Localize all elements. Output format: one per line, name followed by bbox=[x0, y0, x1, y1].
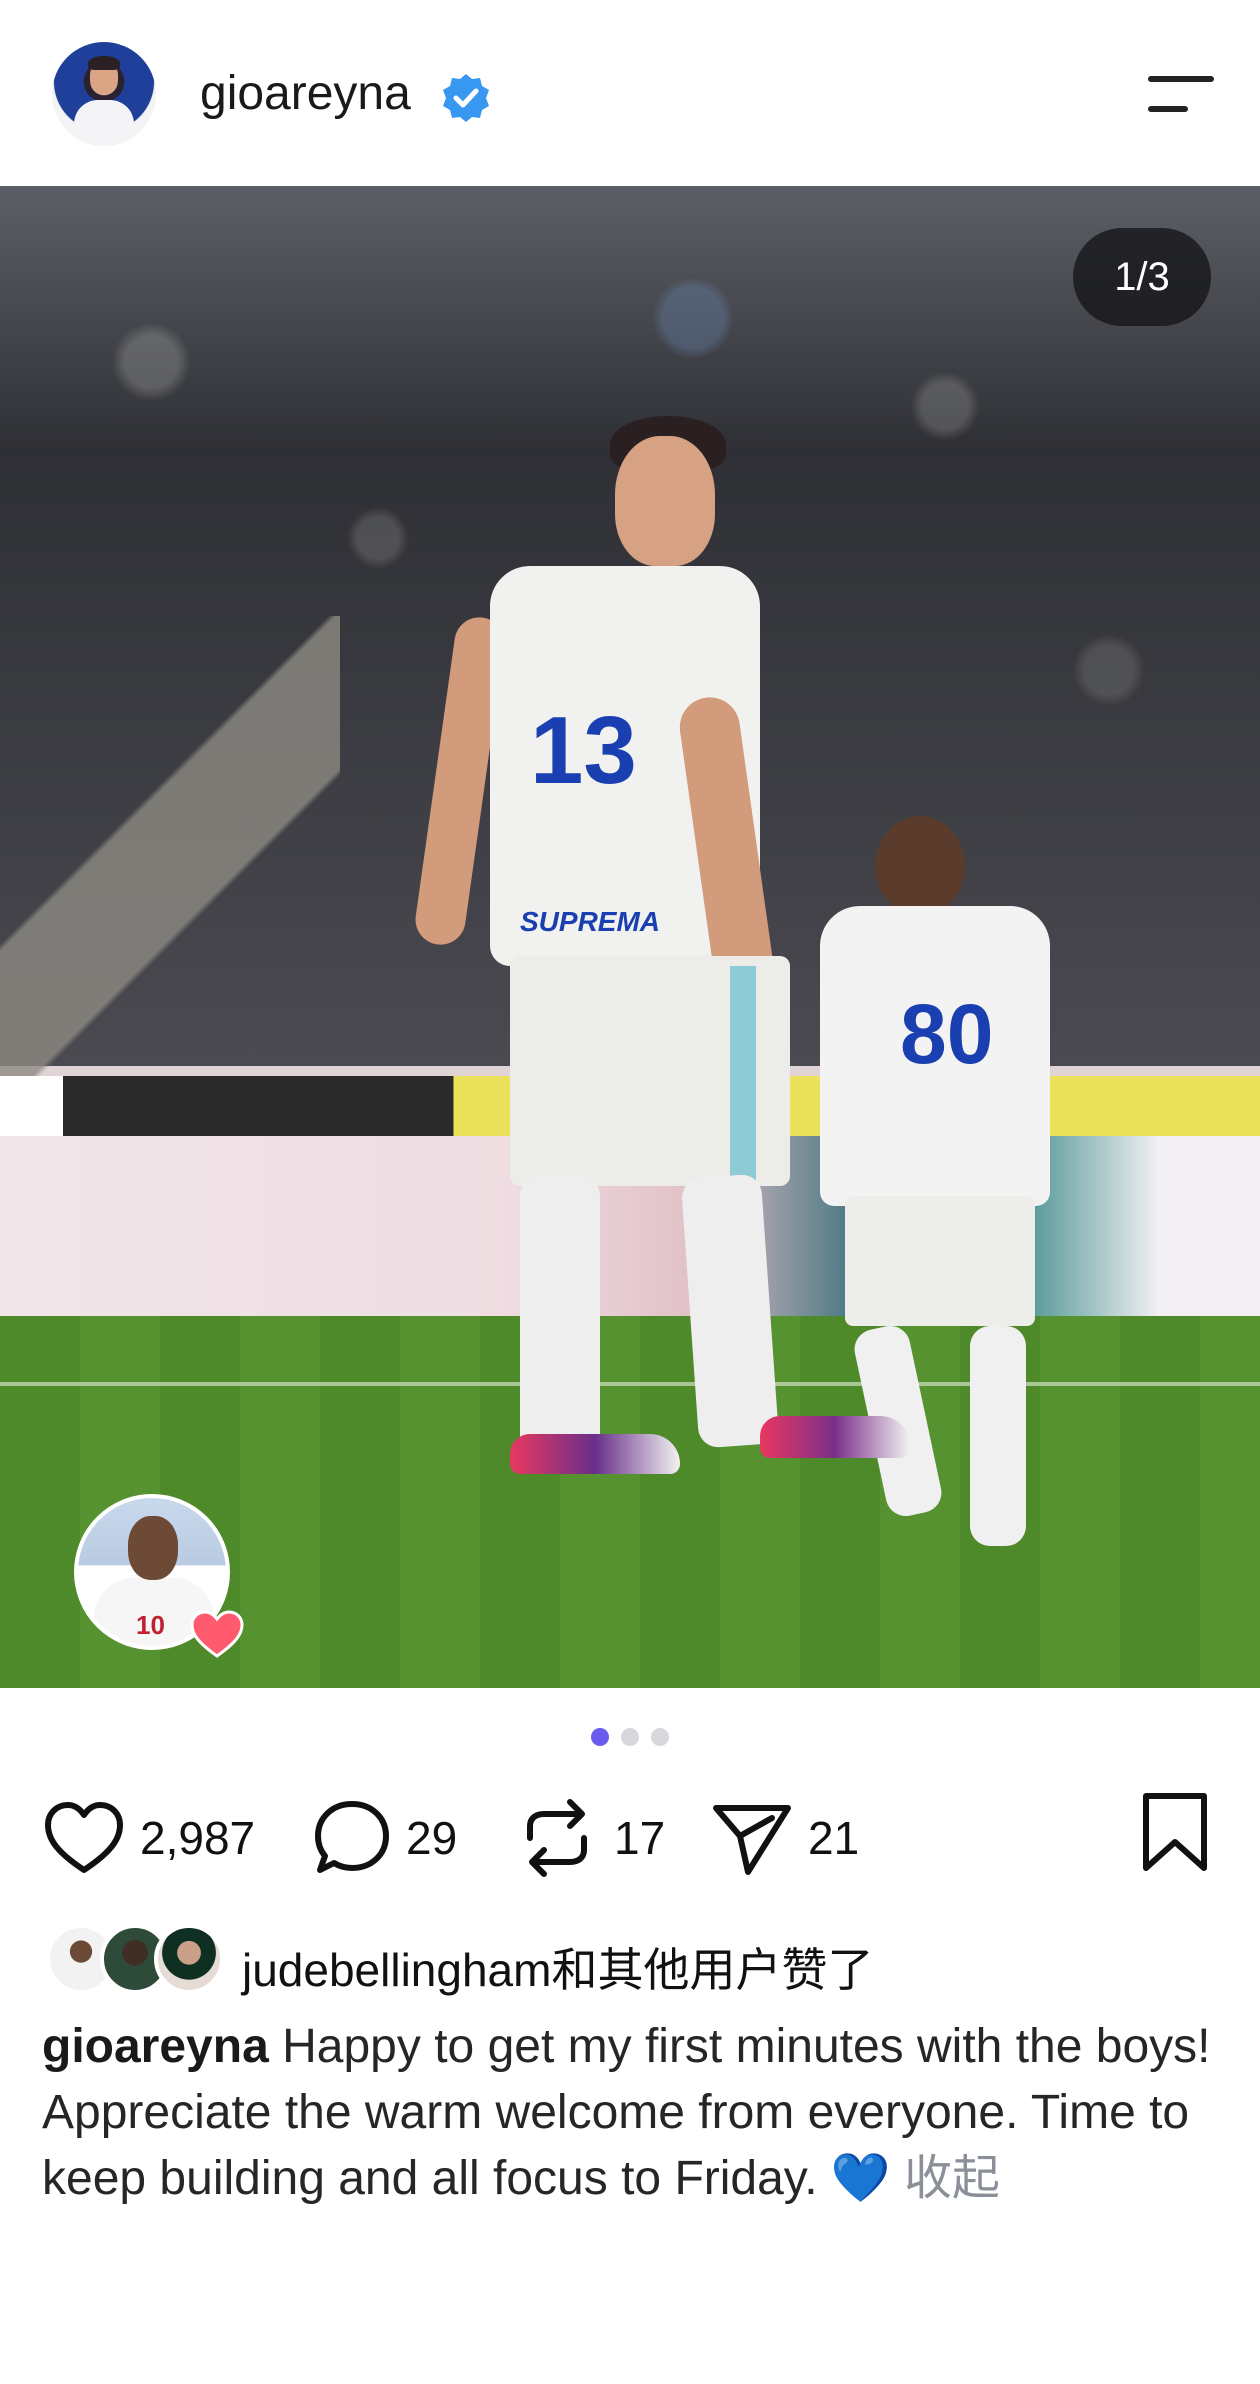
heart-icon[interactable] bbox=[42, 1800, 126, 1876]
main-player-sock bbox=[680, 1173, 780, 1449]
slide-counter: 1/3 bbox=[1073, 228, 1211, 326]
carousel-dot[interactable] bbox=[651, 1728, 669, 1746]
comment-icon[interactable] bbox=[312, 1798, 392, 1878]
liker-shirt-number: 10 bbox=[136, 1610, 165, 1640]
stadium-stairs bbox=[0, 616, 340, 1096]
action-bar: 2,987 29 17 21 bbox=[0, 1790, 1260, 1886]
football-boot bbox=[510, 1434, 680, 1474]
liker-mini-avatar[interactable] bbox=[154, 1924, 224, 1994]
like-count: 2,987 bbox=[140, 1812, 256, 1864]
post-header: gioareyna bbox=[0, 0, 1260, 186]
repost-count: 17 bbox=[614, 1812, 666, 1864]
repost-action[interactable]: 17 bbox=[520, 1790, 665, 1886]
caption-username[interactable]: gioareyna bbox=[42, 2020, 269, 2073]
header-username[interactable]: gioareyna bbox=[200, 66, 411, 121]
repost-icon[interactable] bbox=[520, 1796, 594, 1880]
avatar-hair bbox=[88, 56, 120, 70]
avatar-shirt bbox=[74, 100, 134, 146]
shirt-sponsor: SUPREMA bbox=[520, 906, 661, 937]
menu-line-bottom bbox=[1148, 106, 1188, 112]
heart-badge-icon bbox=[190, 1610, 244, 1658]
main-player-number: 13 bbox=[530, 697, 637, 804]
collapse-caption-link[interactable]: 收起 bbox=[904, 2152, 1000, 2205]
liked-by-row[interactable]: judebellingham和其他用户赞了 bbox=[46, 1920, 1226, 2000]
verified-badge-icon bbox=[443, 74, 489, 122]
carousel-dot[interactable] bbox=[621, 1728, 639, 1746]
background-player-number: 80 bbox=[900, 987, 994, 1081]
post-caption: gioareyna Happy to get my first minutes … bbox=[42, 2014, 1222, 2212]
like-action[interactable]: 2,987 bbox=[42, 1790, 255, 1886]
comment-action[interactable]: 29 bbox=[312, 1790, 457, 1886]
carousel-dots bbox=[0, 1728, 1260, 1748]
menu-line-top bbox=[1148, 76, 1214, 82]
shorts-stripe bbox=[730, 966, 756, 1186]
liker-avatar-face bbox=[128, 1516, 178, 1580]
menu-icon[interactable] bbox=[1144, 70, 1218, 118]
bookmark-icon[interactable] bbox=[1140, 1792, 1210, 1872]
carousel-dot-active[interactable] bbox=[591, 1728, 609, 1746]
share-count: 21 bbox=[808, 1812, 860, 1864]
main-player-head bbox=[615, 436, 715, 566]
post-image[interactable]: 80 13 SUPREMA bbox=[0, 186, 1260, 1688]
comment-count: 29 bbox=[406, 1812, 458, 1864]
share-action[interactable]: 21 bbox=[710, 1790, 859, 1886]
send-icon[interactable] bbox=[710, 1798, 794, 1878]
main-player-sock bbox=[520, 1176, 600, 1456]
main-player: 13 SUPREMA bbox=[412, 316, 910, 1476]
profile-avatar[interactable] bbox=[52, 42, 156, 146]
liked-by-text[interactable]: judebellingham和其他用户赞了 bbox=[242, 1934, 873, 2000]
background-player-leg bbox=[970, 1326, 1026, 1546]
blue-heart-emoji: 💙 bbox=[830, 2152, 891, 2205]
football-boot bbox=[760, 1416, 910, 1458]
